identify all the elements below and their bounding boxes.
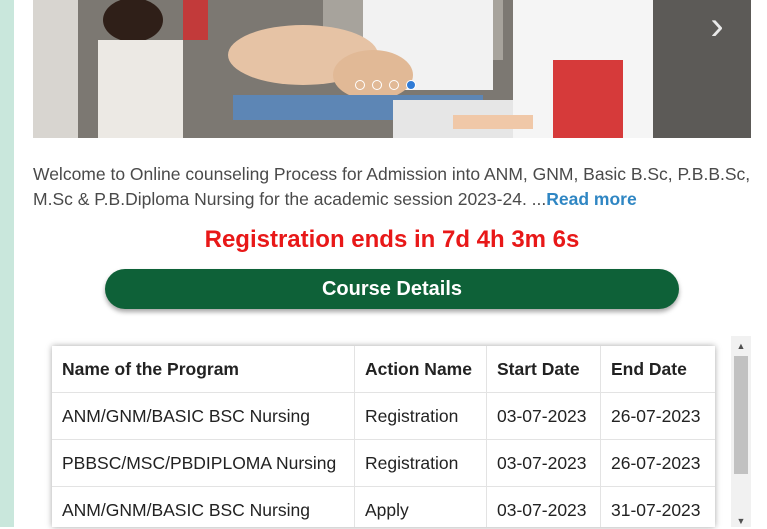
left-side-strip: [0, 0, 14, 527]
cell-program: ANM/GNM/BASIC BSC Nursing: [52, 392, 355, 440]
schedule-table: Name of the Program Action Name Start Da…: [52, 346, 715, 527]
chevron-right-icon[interactable]: ›: [703, 6, 731, 46]
cell-start-date: 03-07-2023: [486, 392, 601, 440]
cell-end-date: 31-07-2023: [600, 486, 715, 527]
header-action: Action Name: [354, 346, 487, 393]
cell-action: Registration: [354, 392, 487, 440]
carousel-dot-3[interactable]: [389, 80, 399, 90]
table-row: PBBSC/MSC/PBDIPLOMA Nursing Registration…: [52, 439, 715, 487]
header-program: Name of the Program: [52, 346, 355, 393]
carousel-dot-1[interactable]: [355, 80, 365, 90]
carousel-slide-image: [33, 0, 751, 138]
read-more-link[interactable]: Read more: [546, 189, 636, 209]
table-row: ANM/GNM/BASIC BSC Nursing Apply 03-07-20…: [52, 486, 715, 527]
carousel-dot-4-active[interactable]: [406, 80, 416, 90]
cell-action: Registration: [354, 439, 487, 487]
table-row: ANM/GNM/BASIC BSC Nursing Registration 0…: [52, 392, 715, 440]
welcome-paragraph: Welcome to Online counseling Process for…: [33, 162, 758, 212]
cell-end-date: 26-07-2023: [600, 439, 715, 487]
table-header-row: Name of the Program Action Name Start Da…: [52, 346, 715, 393]
cell-start-date: 03-07-2023: [486, 439, 601, 487]
cell-end-date: 26-07-2023: [600, 392, 715, 440]
cell-program: PBBSC/MSC/PBDIPLOMA Nursing: [52, 439, 355, 487]
cell-start-date: 03-07-2023: [486, 486, 601, 527]
scrollbar-thumb[interactable]: [734, 356, 748, 474]
schedule-table-container: Name of the Program Action Name Start Da…: [52, 346, 715, 527]
carousel-indicators: [355, 80, 416, 90]
header-end-date: End Date: [600, 346, 715, 393]
cell-action: Apply: [354, 486, 487, 527]
carousel-dot-2[interactable]: [372, 80, 382, 90]
cell-program: ANM/GNM/BASIC BSC Nursing: [52, 486, 355, 527]
registration-countdown: Registration ends in 7d 4h 3m 6s: [204, 226, 580, 253]
triangle-up-icon[interactable]: ▲: [731, 338, 751, 354]
header-start-date: Start Date: [486, 346, 601, 393]
table-scrollbar[interactable]: ▲ ▼: [731, 336, 751, 527]
course-details-button[interactable]: Course Details: [105, 269, 679, 309]
welcome-text: Welcome to Online counseling Process for…: [33, 164, 751, 209]
image-carousel[interactable]: ›: [33, 0, 751, 138]
